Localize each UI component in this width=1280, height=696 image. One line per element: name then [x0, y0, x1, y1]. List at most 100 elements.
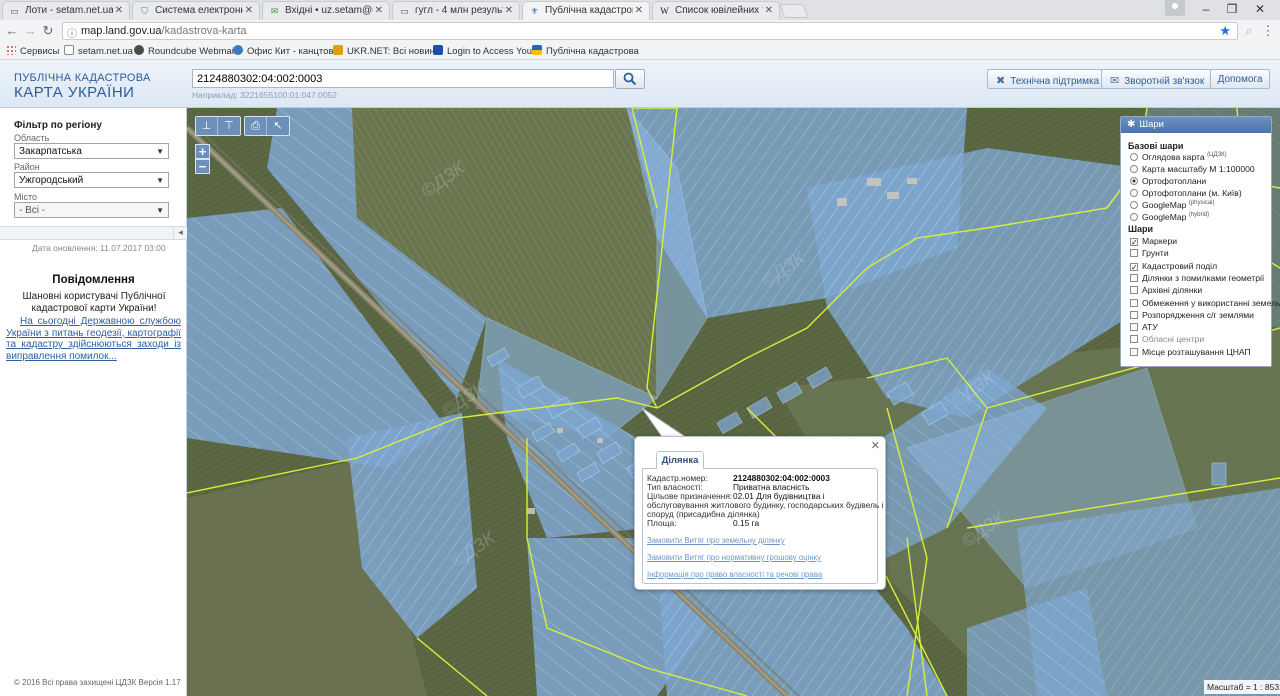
browser-tab[interactable]: ▭ Лоти - setam.net.ua ✕: [2, 1, 130, 20]
overlay-layer-option[interactable]: Архівні ділянки: [1130, 285, 1202, 295]
base-layer-option[interactable]: GoogleMap (hybrid): [1130, 212, 1209, 222]
order-valuation-extract-link[interactable]: Замовити Витяг про нормативну грошову оц…: [647, 553, 821, 562]
layer-label: Оглядова карта: [1142, 152, 1205, 162]
overlay-layer-option[interactable]: Обласні центри: [1130, 334, 1204, 344]
district-select[interactable]: Ужгородський ▼: [14, 172, 169, 188]
checkbox[interactable]: [1130, 310, 1138, 319]
base-layer-option[interactable]: Карта масштабу М 1:100000: [1130, 164, 1255, 174]
bookmark-ukrnet[interactable]: UKR.NET: Всі новини: [333, 45, 440, 57]
radio-button[interactable]: [1130, 165, 1138, 173]
browser-tab[interactable]: ▭ гугл - 4 млн результатов ✕: [392, 1, 520, 20]
site-header: ПУБЛІЧНА КАДАСТРОВА КАРТА УКРАЇНИ Наприк…: [0, 60, 1280, 108]
bookmark-setam[interactable]: setam.net.ua: [64, 45, 133, 57]
help-button[interactable]: Допомога: [1210, 69, 1270, 89]
checkbox[interactable]: ✓: [1130, 262, 1138, 271]
browser-tab[interactable]: ⛉ Система електронної по ✕: [132, 1, 260, 20]
menu-dots-icon[interactable]: ⋮: [1260, 23, 1276, 39]
radio-button[interactable]: [1130, 177, 1138, 185]
bookmark-kadastr[interactable]: Публічна кадастрова: [532, 45, 639, 57]
overlay-layer-option[interactable]: Розпорядження с/г землями: [1130, 310, 1254, 320]
base-layer-option[interactable]: Ортофотоплани (м. Київ): [1130, 188, 1242, 198]
page-info-icon[interactable]: ⓘ: [67, 25, 77, 40]
cadastral-search-input[interactable]: [192, 69, 614, 88]
reload-icon[interactable]: ↻: [40, 23, 56, 39]
base-layer-option[interactable]: GoogleMap (physical): [1130, 200, 1215, 210]
radio-button[interactable]: [1130, 153, 1138, 161]
bookmark-office-kit[interactable]: Офис Кит - канцтова: [233, 45, 339, 57]
layers-header[interactable]: ✱ Шари: [1121, 117, 1271, 133]
region-select[interactable]: Закарпатська ▼: [14, 143, 169, 159]
close-tab-icon[interactable]: ✕: [375, 5, 383, 16]
checkbox[interactable]: ✓: [1130, 238, 1138, 247]
search-button[interactable]: [615, 69, 645, 89]
overlay-layer-option[interactable]: Грунти: [1130, 248, 1169, 258]
layer-label: Місце розташування ЦНАП: [1142, 346, 1251, 357]
news-title: Повідомлення: [52, 274, 135, 286]
feedback-button[interactable]: ✉ Зворотній зв'язок: [1101, 69, 1214, 89]
browser-tab[interactable]: W Список ювілейних та пам ✕: [652, 1, 780, 20]
checkbox[interactable]: [1130, 298, 1138, 307]
browser-tab[interactable]: ✉ Вхідні • uz.setam@ukr.ne ✕: [262, 1, 390, 20]
browser-tab-bar: ▭ Лоти - setam.net.ua ✕ ⛉ Система електр…: [0, 0, 1280, 20]
extension-search-icon[interactable]: ⌕: [1241, 23, 1257, 39]
print-icon[interactable]: ⎙: [245, 117, 267, 135]
url-field[interactable]: ⓘ map.land.gov.ua/kadastrova-karta ★: [62, 22, 1238, 40]
order-parcel-extract-link[interactable]: Замовити Витяг про земельну ділянку: [647, 536, 785, 545]
close-tab-icon[interactable]: ✕: [765, 5, 773, 16]
radio-button[interactable]: [1130, 213, 1138, 221]
layer-source-note: (ЦДЗК): [1207, 152, 1227, 159]
news-link[interactable]: На сьогодні Державною службою України з …: [6, 316, 181, 362]
overlay-layer-option[interactable]: Обмеження у використанні земель: [1130, 298, 1280, 308]
region-value: Закарпатська: [19, 146, 82, 157]
bookmark-roundcube[interactable]: Roundcube Webmail: [134, 45, 236, 57]
checkbox[interactable]: [1130, 286, 1138, 295]
measure-length-icon[interactable]: ⊥: [196, 117, 218, 135]
overlay-layer-option[interactable]: Ділянки з помилками геометрії: [1130, 273, 1264, 283]
bookmark-apps[interactable]: Сервисы: [6, 45, 59, 57]
overlay-layer-option[interactable]: ✓ Маркери: [1130, 236, 1177, 247]
checkbox[interactable]: [1130, 323, 1138, 332]
back-icon[interactable]: ←: [4, 23, 20, 38]
zoom-out-button[interactable]: −: [195, 159, 210, 174]
close-tab-icon[interactable]: ✕: [115, 5, 123, 16]
zoom-in-button[interactable]: +: [195, 144, 210, 159]
url-host: map.land.gov.ua: [81, 25, 162, 37]
tab-parcel[interactable]: Ділянка: [656, 451, 704, 469]
overlay-layer-option[interactable]: АТУ: [1130, 322, 1158, 332]
envelope-icon: ✉: [1110, 75, 1120, 87]
checkbox[interactable]: [1130, 347, 1138, 356]
forward-icon[interactable]: →: [22, 23, 38, 38]
layer-label: Обласні центри: [1142, 334, 1205, 345]
tab-title: Лоти - setam.net.ua: [25, 5, 113, 16]
browser-tab-active[interactable]: ⚜ Публічна кадастрова ка ✕: [522, 1, 650, 20]
close-tab-icon[interactable]: ✕: [635, 5, 643, 16]
base-layer-option[interactable]: Оглядова карта (ЦДЗК): [1130, 152, 1227, 162]
checkbox[interactable]: [1130, 273, 1138, 282]
radio-button[interactable]: [1130, 201, 1138, 209]
new-tab-button[interactable]: [779, 4, 809, 18]
checkbox[interactable]: [1130, 335, 1138, 344]
bookmark-login[interactable]: Login to Access Your: [433, 45, 535, 57]
profile-button[interactable]: [1165, 0, 1185, 16]
base-layer-option[interactable]: Ортофотоплани: [1130, 176, 1206, 186]
close-tab-icon[interactable]: ✕: [505, 5, 513, 16]
overlay-layer-option[interactable]: Місце розташування ЦНАП: [1130, 347, 1251, 357]
close-icon[interactable]: ✕: [871, 439, 880, 452]
close-window-icon[interactable]: ✕: [1250, 2, 1270, 16]
close-tab-icon[interactable]: ✕: [245, 5, 253, 16]
minimize-icon[interactable]: –: [1196, 2, 1216, 16]
city-select[interactable]: - Всі - ▼: [14, 202, 169, 218]
radio-button[interactable]: [1130, 189, 1138, 197]
checkbox[interactable]: [1130, 249, 1138, 258]
identify-icon[interactable]: ↖: [267, 117, 289, 135]
ownership-info-link[interactable]: Інформація про право власності та речові…: [647, 570, 822, 579]
measure-area-icon[interactable]: ⊤: [218, 117, 240, 135]
layer-label: GoogleMap: [1142, 212, 1187, 222]
bookmark-star-icon[interactable]: ★: [1219, 23, 1231, 39]
tech-support-button[interactable]: ✖ Технічна підтримка: [987, 69, 1109, 89]
overlay-layer-option[interactable]: ✓ Кадастровий поділ: [1130, 261, 1217, 271]
collapse-arrow-icon[interactable]: ◂: [173, 227, 187, 239]
bookmark-label: Roundcube Webmail: [148, 46, 237, 57]
restore-icon[interactable]: ❐: [1222, 2, 1242, 16]
map-canvas[interactable]: ©ДЗК ©ДЗК ©ДЗК ©ДЗК ©ДЗК ©ДЗК ©ДЗК ⊥ ⊤ ⎙…: [187, 108, 1280, 696]
